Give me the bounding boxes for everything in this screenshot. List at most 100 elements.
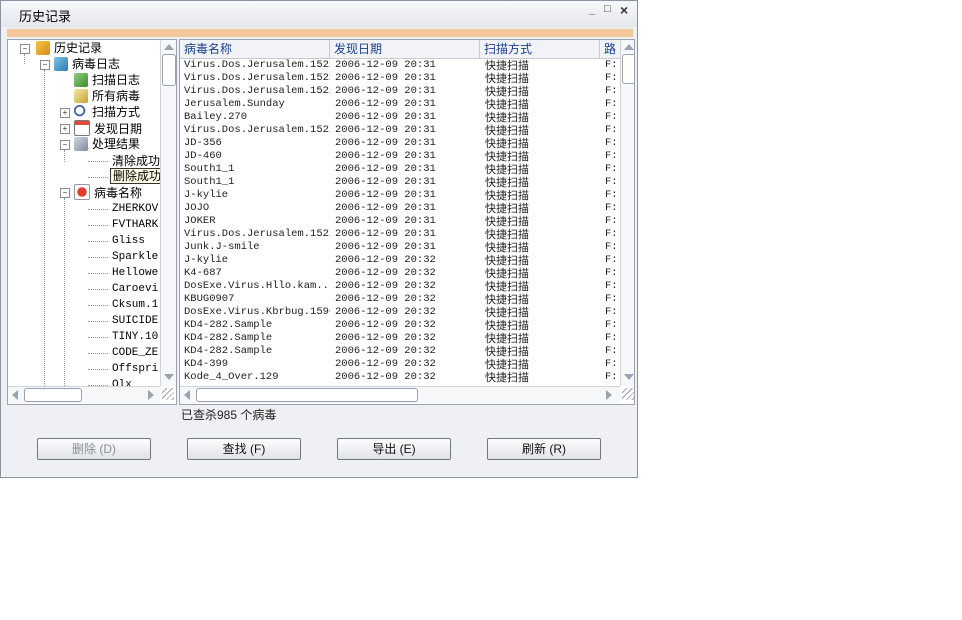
- table-row[interactable]: Bailey.270 2006-12-09 20:31 快捷扫描 F:: [180, 111, 620, 124]
- tree-node-virus-log[interactable]: 病毒日志: [54, 56, 120, 72]
- scroll-right-arrow-icon[interactable]: [606, 390, 612, 400]
- tree-node-virus-leaf[interactable]: TINY.10: [112, 329, 158, 345]
- column-header-path[interactable]: 路: [600, 40, 620, 58]
- title-bar[interactable]: 历史记录 _ □ ×: [1, 1, 637, 27]
- table-row[interactable]: JD-356 2006-12-09 20:31 快捷扫描 F:: [180, 137, 620, 150]
- table-row[interactable]: Junk.J-smile 2006-12-09 20:31 快捷扫描 F:: [180, 241, 620, 254]
- cell-scan-method: 快捷扫描: [485, 332, 529, 345]
- tree-node-virus-leaf[interactable]: Hellowe: [112, 265, 158, 281]
- table-row[interactable]: DosExe.Virus.Hllo.kam... 2006-12-09 20:32…: [180, 280, 620, 293]
- cell-virus-name: South1_1: [184, 163, 235, 175]
- list-horizontal-scroll-thumb[interactable]: [196, 388, 418, 402]
- close-button[interactable]: ×: [620, 2, 628, 18]
- delete-button[interactable]: 删除 (D): [37, 438, 151, 460]
- scroll-left-arrow-icon[interactable]: [184, 390, 190, 400]
- table-row[interactable]: Kode_4_Over.129 2006-12-09 20:32 快捷扫描 F:: [180, 371, 620, 384]
- tree-vertical-scrollbar[interactable]: [160, 40, 176, 386]
- tree-node-virus-name[interactable]: 病毒名称: [74, 184, 142, 200]
- scroll-up-arrow-icon[interactable]: [164, 44, 174, 50]
- virus-list[interactable]: 病毒名称 发现日期 扫描方式 路 Virus.Dos.Jerusalem.152…: [179, 39, 635, 405]
- cell-virus-name: DosExe.Virus.Hllo.kam...: [184, 280, 330, 292]
- table-row[interactable]: South1_1 2006-12-09 20:31 快捷扫描 F:: [180, 163, 620, 176]
- list-horizontal-scrollbar[interactable]: [180, 386, 620, 403]
- tree-node-clean-ok[interactable]: 清除成功: [112, 153, 160, 169]
- cell-virus-name: South1_1: [184, 176, 235, 188]
- table-row[interactable]: Virus.Dos.Jerusalem.1522 2006-12-09 20:31…: [180, 59, 620, 72]
- cell-virus-name: DosExe.Virus.Kbrbug.1596: [184, 306, 330, 318]
- tree-node-scan-log[interactable]: 扫描日志: [74, 72, 140, 88]
- collapse-virus-name-toggle[interactable]: −: [60, 188, 70, 198]
- table-row[interactable]: Virus.Dos.Jerusalem.1522 2006-12-09 20:31…: [180, 124, 620, 137]
- tree-node-virus-leaf[interactable]: ZHERKOV.: [112, 201, 165, 217]
- tree-node-scan-method[interactable]: 扫描方式: [74, 104, 140, 120]
- list-vertical-scrollbar[interactable]: [620, 40, 634, 386]
- table-row[interactable]: KBUG0907 2006-12-09 20:32 快捷扫描 F:: [180, 293, 620, 306]
- tree-horizontal-scroll-thumb[interactable]: [24, 388, 82, 402]
- expand-found-date-toggle[interactable]: +: [60, 124, 70, 134]
- tree-connector: [88, 289, 108, 290]
- collapse-log-toggle[interactable]: −: [40, 60, 50, 70]
- table-row[interactable]: Virus.Dos.Jerusalem.1522 2006-12-09 20:31…: [180, 85, 620, 98]
- table-row[interactable]: J-kylie 2006-12-09 20:31 快捷扫描 F:: [180, 189, 620, 202]
- cell-scan-method: 快捷扫描: [485, 85, 529, 98]
- tree-node-virus-leaf[interactable]: Offspri: [112, 361, 158, 377]
- cell-path: F:: [605, 85, 618, 97]
- cell-virus-name: JOJO: [184, 202, 210, 214]
- table-row[interactable]: Virus.Dos.Jerusalem.1522 2006-12-09 20:31…: [180, 228, 620, 241]
- table-row[interactable]: KD4-282.Sample 2006-12-09 20:32 快捷扫描 F:: [180, 319, 620, 332]
- table-row[interactable]: Virus.Dos.Jerusalem.1522 2006-12-09 20:31…: [180, 72, 620, 85]
- scroll-up-arrow-icon[interactable]: [624, 44, 634, 50]
- table-row[interactable]: K4-687 2006-12-09 20:32 快捷扫描 F:: [180, 267, 620, 280]
- resize-grip-icon[interactable]: [622, 388, 634, 400]
- cell-found-date: 2006-12-09 20:32: [335, 267, 436, 279]
- table-row[interactable]: JOJO 2006-12-09 20:31 快捷扫描 F:: [180, 202, 620, 215]
- tree-node-result[interactable]: 处理结果: [74, 136, 140, 152]
- column-header-found-date[interactable]: 发现日期: [330, 40, 480, 58]
- tree-node-virus-leaf[interactable]: Gliss: [112, 233, 145, 249]
- tree-node-virus-leaf[interactable]: FVTHARK-: [112, 217, 165, 233]
- tree-node-label: 处理结果: [92, 137, 141, 151]
- column-header-virus-name[interactable]: 病毒名称: [180, 40, 330, 58]
- resize-grip-icon[interactable]: [162, 388, 174, 400]
- tree-node-virus-leaf[interactable]: Cksum.1: [112, 297, 158, 313]
- table-row[interactable]: JD-460 2006-12-09 20:31 快捷扫描 F:: [180, 150, 620, 163]
- tree-node-virus-leaf[interactable]: Sparkle: [112, 249, 158, 265]
- tree-node-delete-ok[interactable]: 删除成功: [110, 168, 165, 184]
- tree-node-label: 病毒名称: [94, 186, 143, 200]
- maximize-button[interactable]: □: [604, 3, 611, 15]
- scroll-right-arrow-icon[interactable]: [148, 390, 154, 400]
- tree-node-virus-leaf[interactable]: Caroevi: [112, 281, 158, 297]
- table-row[interactable]: KD4-282.Sample 2006-12-09 20:32 快捷扫描 F:: [180, 345, 620, 358]
- collapse-result-toggle[interactable]: −: [60, 140, 70, 150]
- scroll-down-arrow-icon[interactable]: [164, 374, 174, 380]
- tree-node-all-virus[interactable]: 所有病毒: [74, 88, 140, 104]
- table-row[interactable]: J-kylie 2006-12-09 20:32 快捷扫描 F:: [180, 254, 620, 267]
- column-header-scan-method[interactable]: 扫描方式: [480, 40, 600, 58]
- minimize-button[interactable]: _: [589, 4, 595, 16]
- tree-horizontal-scrollbar[interactable]: [8, 386, 160, 403]
- tree-node-root[interactable]: 历史记录: [36, 40, 102, 56]
- export-button[interactable]: 导出 (E): [337, 438, 451, 460]
- history-tree[interactable]: − 历史记录 − 病毒日志 扫描日志 所有病毒 + 扫描方式 + 发现日期 − …: [7, 39, 177, 405]
- find-button[interactable]: 查找 (F): [187, 438, 301, 460]
- tree-node-label: TINY.10: [112, 331, 159, 343]
- tree-node-virus-leaf[interactable]: CODE_ZE: [112, 345, 158, 361]
- list-vertical-scroll-thumb[interactable]: [622, 54, 634, 84]
- table-row[interactable]: South1_1 2006-12-09 20:31 快捷扫描 F:: [180, 176, 620, 189]
- tree-node-found-date[interactable]: 发现日期: [74, 120, 142, 136]
- scroll-down-arrow-icon[interactable]: [624, 374, 634, 380]
- collapse-root-toggle[interactable]: −: [20, 44, 30, 54]
- tree-node-label: Gliss: [112, 235, 146, 247]
- tree-vertical-scroll-thumb[interactable]: [162, 54, 176, 86]
- log-book-icon: [54, 57, 68, 71]
- table-row[interactable]: KD4-399 2006-12-09 20:32 快捷扫描 F:: [180, 358, 620, 371]
- scroll-left-arrow-icon[interactable]: [12, 390, 18, 400]
- table-row[interactable]: JOKER 2006-12-09 20:31 快捷扫描 F:: [180, 215, 620, 228]
- tree-node-virus-leaf[interactable]: SUICIDE-: [112, 313, 165, 329]
- table-row[interactable]: Jerusalem.Sunday 2006-12-09 20:31 快捷扫描 F:: [180, 98, 620, 111]
- table-row[interactable]: KD4-282.Sample 2006-12-09 20:32 快捷扫描 F:: [180, 332, 620, 345]
- refresh-button[interactable]: 刷新 (R): [487, 438, 601, 460]
- expand-scan-method-toggle[interactable]: +: [60, 108, 70, 118]
- tree-connector: [24, 54, 25, 64]
- table-row[interactable]: DosExe.Virus.Kbrbug.1596 2006-12-09 20:32…: [180, 306, 620, 319]
